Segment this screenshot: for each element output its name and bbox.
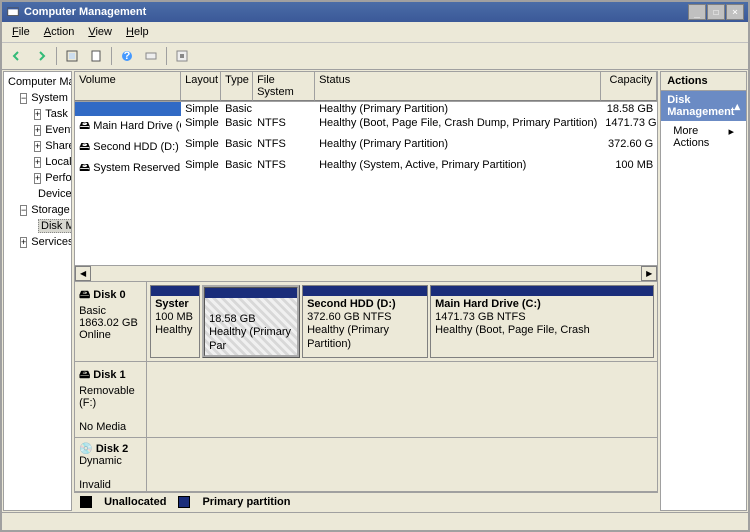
legend-unallocated: Unallocated	[104, 496, 166, 508]
disk-row[interactable]: 💿 Disk 2 Dynamic Invalid	[75, 438, 657, 492]
menu-view[interactable]: View	[82, 24, 118, 40]
actions-section[interactable]: Disk Management▴	[661, 91, 746, 121]
expand-icon[interactable]: +	[20, 237, 27, 248]
tree-services[interactable]: +Services and Applications	[6, 234, 69, 250]
disk-info: 💿 Disk 2 Dynamic Invalid	[75, 438, 147, 492]
nav-tree[interactable]: Computer Management (Local) −System Tool…	[3, 71, 72, 511]
settings-button[interactable]	[171, 45, 193, 67]
primary-swatch	[178, 496, 190, 508]
tree-root[interactable]: Computer Management (Local)	[6, 74, 69, 90]
separator	[111, 47, 112, 65]
expand-icon[interactable]: +	[34, 157, 41, 168]
list-body: Simple Basic Healthy (Primary Partition)…	[75, 102, 657, 265]
chevron-up-icon: ▴	[734, 100, 740, 113]
tree-shared-folders[interactable]: +Shared Folders	[6, 138, 69, 154]
expand-icon[interactable]: +	[34, 109, 41, 120]
disk-graphical-view[interactable]: 🖴 Disk 0 Basic 1863.02 GB Online Syster1…	[74, 282, 658, 492]
col-type[interactable]: Type	[221, 72, 253, 101]
collapse-icon[interactable]: −	[20, 93, 27, 104]
menu-file[interactable]: File	[6, 24, 36, 40]
scroll-right-icon[interactable]: ▶	[641, 266, 657, 281]
status-bar	[2, 512, 748, 530]
tree-task-scheduler[interactable]: +Task Scheduler	[6, 106, 69, 122]
forward-button[interactable]	[30, 45, 52, 67]
list-header: Volume Layout Type File System Status Ca…	[75, 72, 657, 102]
col-layout[interactable]: Layout	[181, 72, 221, 101]
actions-pane: Actions Disk Management▴ More Actions▸	[660, 71, 747, 511]
more-actions[interactable]: More Actions▸	[661, 121, 746, 153]
app-icon	[6, 5, 20, 19]
menubar: File Action View Help	[2, 22, 748, 43]
properties-button[interactable]	[85, 45, 107, 67]
disk-row[interactable]: 🖴 Disk 0 Basic 1863.02 GB Online Syster1…	[75, 282, 657, 362]
partition[interactable]: Main Hard Drive (C:)1471.73 GB NTFSHealt…	[430, 285, 654, 358]
expand-icon[interactable]: +	[34, 173, 41, 184]
disk-info: 🖴 Disk 0 Basic 1863.02 GB Online	[75, 282, 147, 361]
legend-primary: Primary partition	[202, 496, 290, 508]
svg-text:?: ?	[124, 50, 131, 62]
tree-local-users[interactable]: +Local Users and Groups	[6, 154, 69, 170]
col-filesystem[interactable]: File System	[253, 72, 315, 101]
titlebar[interactable]: Computer Management _ ☐ ×	[2, 2, 748, 22]
chevron-right-icon: ▸	[728, 125, 734, 149]
partition[interactable]: Syster100 MBHealthy	[150, 285, 200, 358]
menu-action[interactable]: Action	[38, 24, 81, 40]
window: Computer Management _ ☐ × File Action Vi…	[0, 0, 750, 532]
help-button[interactable]: ?	[116, 45, 138, 67]
volume-list[interactable]: Volume Layout Type File System Status Ca…	[74, 71, 658, 282]
tree-system-tools[interactable]: −System Tools	[6, 90, 69, 106]
legend: Unallocated Primary partition	[74, 492, 658, 511]
separator	[56, 47, 57, 65]
volume-row[interactable]: 🖴 Main Hard Drive (C:) Simple Basic NTFS…	[75, 116, 657, 137]
expand-icon[interactable]: +	[34, 141, 41, 152]
minimize-button[interactable]: _	[688, 4, 706, 20]
refresh-button[interactable]	[61, 45, 83, 67]
actions-header: Actions	[661, 72, 746, 91]
back-button[interactable]	[6, 45, 28, 67]
col-status[interactable]: Status	[315, 72, 601, 101]
scroll-left-icon[interactable]: ◀	[75, 266, 91, 281]
col-volume[interactable]: Volume	[75, 72, 181, 101]
col-capacity[interactable]: Capacity	[601, 72, 657, 101]
separator	[166, 47, 167, 65]
horizontal-scrollbar[interactable]: ◀ ▶	[75, 265, 657, 281]
toolbar: ?	[2, 43, 748, 70]
tree-performance[interactable]: +Performance	[6, 170, 69, 186]
tree-storage[interactable]: −Storage	[6, 202, 69, 218]
partition-selected[interactable]: 18.58 GBHealthy (Primary Par	[202, 285, 300, 358]
expand-icon[interactable]: +	[34, 125, 41, 136]
tree-disk-management[interactable]: Disk Management	[6, 218, 69, 234]
partition[interactable]: Second HDD (D:)372.60 GB NTFSHealthy (Pr…	[302, 285, 428, 358]
menu-help[interactable]: Help	[120, 24, 155, 40]
collapse-icon[interactable]: −	[20, 205, 27, 216]
disk-row[interactable]: 🖴 Disk 1 Removable (F:) No Media	[75, 362, 657, 438]
action-button[interactable]	[140, 45, 162, 67]
tree-event-viewer[interactable]: +Event Viewer	[6, 122, 69, 138]
maximize-button[interactable]: ☐	[707, 4, 725, 20]
window-title: Computer Management	[24, 6, 146, 18]
disk-info: 🖴 Disk 1 Removable (F:) No Media	[75, 362, 147, 437]
close-button[interactable]: ×	[726, 4, 744, 20]
tree-device-manager[interactable]: Device Manager	[6, 186, 69, 202]
volume-row[interactable]: Simple Basic Healthy (Primary Partition)…	[75, 102, 657, 116]
volume-row[interactable]: 🖴 System Reserved Simple Basic NTFS Heal…	[75, 158, 657, 179]
unallocated-swatch	[80, 496, 92, 508]
volume-row[interactable]: 🖴 Second HDD (D:) Simple Basic NTFS Heal…	[75, 137, 657, 158]
